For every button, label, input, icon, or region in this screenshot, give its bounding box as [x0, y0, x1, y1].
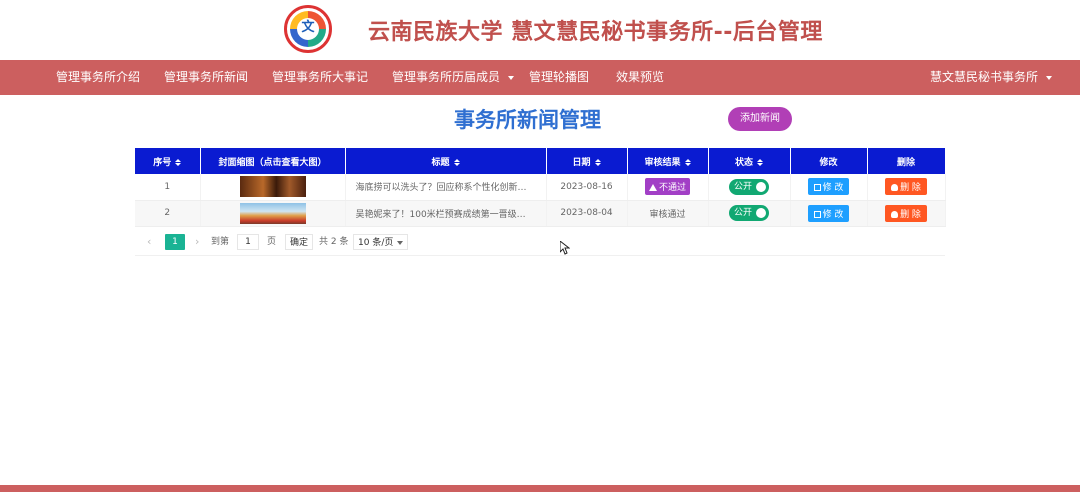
edit-icon: [813, 184, 821, 192]
status-cell: 公开: [708, 174, 791, 201]
table-header-row: 序号 封面缩图（点击查看大图） 标题 日期 审核结果 状态 修改 删除: [135, 148, 946, 174]
site-header: 文 云南民族大学 慧文慧民秘书事务所--后台管理: [0, 0, 1080, 60]
toggle-knob: [756, 181, 766, 192]
edit-button[interactable]: 修 改: [807, 204, 850, 222]
table-row: 2 吴艳妮来了！100米栏预赛成绩第一晋级… 2023-08-04 审核通过 公…: [135, 200, 946, 227]
status-cell: 公开: [708, 200, 791, 227]
row-index: 2: [135, 200, 201, 227]
page-unit-label: 页: [267, 237, 277, 247]
row-date: 2023-08-04: [546, 200, 628, 227]
edit-cell: 修 改: [790, 174, 868, 201]
pagination: ‹ 1 › 到第 页 确定 共 2 条 10 条/页: [135, 228, 945, 256]
column-header-review[interactable]: 审核结果: [627, 148, 709, 174]
column-header-title[interactable]: 标题: [345, 148, 547, 174]
column-header-cover: 封面缩图（点击查看大图）: [200, 148, 346, 174]
sort-icon: [684, 158, 691, 166]
add-news-button[interactable]: 添加新闻: [728, 107, 792, 131]
page-title: 事务所新闻管理: [454, 108, 601, 132]
top-navbar: 管理事务所介绍 管理事务所新闻 管理事务所大事记 管理事务所历届成员 管理轮播图…: [0, 60, 1080, 95]
user-menu-label: 慧文慧民秘书事务所: [930, 70, 1039, 84]
delete-icon: [891, 210, 899, 218]
mouse-cursor-icon: [559, 239, 571, 259]
review-fail-badge: 不通过: [644, 178, 690, 196]
total-count: 共 2 条: [319, 237, 349, 247]
nav-item-label: 管理事务所大事记: [272, 70, 369, 84]
review-cell: 审核通过: [627, 200, 709, 227]
goto-confirm-button[interactable]: 确定: [285, 234, 314, 250]
cover-cell: [200, 200, 346, 227]
row-title: 吴艳妮来了！100米栏预赛成绩第一晋级…: [345, 200, 547, 227]
edit-cell: 修 改: [790, 200, 868, 227]
row-index: 1: [135, 174, 201, 201]
delete-icon: [891, 184, 899, 192]
column-header-index[interactable]: 序号: [135, 148, 201, 174]
row-title: 海底捞可以洗头了？回应称系个性化创新…: [345, 174, 547, 201]
nav-item-label: 管理事务所历届成员: [392, 70, 501, 84]
logo-glyph: 文: [301, 20, 315, 35]
delete-cell: 删 除: [867, 200, 946, 227]
nav-item-label: 管理事务所介绍: [56, 70, 141, 84]
warning-icon: [648, 184, 657, 192]
sort-icon: [453, 158, 460, 166]
chevron-down-icon: [507, 75, 514, 80]
sort-icon: [757, 158, 763, 166]
review-cell: 不通过: [627, 174, 709, 201]
status-toggle[interactable]: 公开: [729, 178, 769, 195]
goto-label: 到第: [211, 237, 230, 247]
nav-item-carousel[interactable]: 管理轮播图: [529, 60, 589, 95]
page-current[interactable]: 1: [165, 234, 185, 250]
nav-item-intro[interactable]: 管理事务所介绍: [56, 60, 140, 95]
column-header-edit: 修改: [790, 148, 868, 174]
toggle-knob: [756, 208, 766, 218]
goto-page-input[interactable]: [237, 234, 259, 250]
university-logo-icon: 文: [284, 5, 332, 53]
footer-bar: [0, 485, 1080, 492]
nav-item-news[interactable]: 管理事务所新闻: [164, 60, 248, 95]
edit-icon: [813, 210, 821, 218]
chevron-right-icon[interactable]: ›: [195, 234, 199, 250]
news-table: 序号 封面缩图（点击查看大图） 标题 日期 审核结果 状态 修改 删除 1 海底…: [135, 148, 946, 227]
sort-icon: [175, 158, 182, 166]
nav-item-label: 管理事务所新闻: [164, 70, 249, 84]
row-date: 2023-08-16: [546, 174, 628, 201]
page-size-select[interactable]: 10 条/页: [353, 234, 409, 250]
nav-item-members[interactable]: 管理事务所历届成员: [392, 60, 514, 95]
chevron-down-icon: [1045, 75, 1052, 80]
sort-icon: [594, 158, 601, 166]
site-title: 云南民族大学 慧文慧民秘书事务所--后台管理: [368, 20, 823, 45]
nav-item-events[interactable]: 管理事务所大事记: [272, 60, 368, 95]
cover-cell: [200, 174, 346, 201]
cover-thumbnail[interactable]: [239, 202, 306, 224]
nav-item-label: 管理轮播图: [529, 70, 590, 84]
column-header-delete: 删除: [867, 148, 946, 174]
delete-button[interactable]: 删 除: [885, 178, 927, 196]
column-header-status[interactable]: 状态: [708, 148, 791, 174]
status-toggle[interactable]: 公开: [729, 205, 769, 221]
delete-button[interactable]: 删 除: [885, 204, 927, 222]
cover-thumbnail[interactable]: [239, 176, 306, 198]
delete-cell: 删 除: [867, 174, 946, 201]
nav-item-label: 效果预览: [616, 70, 665, 84]
table-row: 1 海底捞可以洗头了？回应称系个性化创新… 2023-08-16 不通过 公开 …: [135, 174, 946, 201]
user-menu[interactable]: 慧文慧民秘书事务所: [930, 60, 1052, 95]
column-header-date[interactable]: 日期: [546, 148, 628, 174]
edit-button[interactable]: 修 改: [807, 178, 850, 196]
chevron-down-icon: [397, 240, 404, 245]
nav-item-preview[interactable]: 效果预览: [616, 60, 664, 95]
chevron-left-icon[interactable]: ‹: [147, 234, 151, 250]
